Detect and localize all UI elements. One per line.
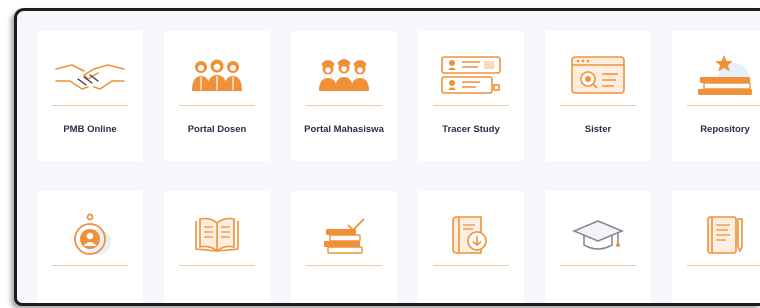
- card-row2-1[interactable]: [37, 191, 143, 303]
- card-divider: [52, 265, 128, 266]
- card-repository[interactable]: Repository: [672, 31, 760, 161]
- stacked-books-check-icon: [306, 211, 382, 259]
- students-icon: [306, 51, 382, 99]
- book-download-icon: [433, 211, 509, 259]
- card-pmb-online[interactable]: PMB Online: [37, 31, 143, 161]
- card-row2-5[interactable]: [545, 191, 651, 303]
- id-cards-icon: [433, 51, 509, 99]
- card-divider: [433, 105, 509, 106]
- card-label: PMB Online: [63, 124, 117, 135]
- browser-search-icon: [560, 51, 636, 99]
- card-divider: [433, 265, 509, 266]
- card-divider: [560, 265, 636, 266]
- card-tracer-study[interactable]: Tracer Study: [418, 31, 524, 161]
- graduation-cap-icon: [560, 211, 636, 259]
- card-sister[interactable]: Sister: [545, 31, 651, 161]
- book-stack-star-icon: [687, 51, 760, 99]
- app-frame: PMB Online Portal Dosen Portal Mahasiswa…: [14, 8, 760, 306]
- lecturers-icon: [179, 51, 255, 99]
- card-label: Tracer Study: [442, 124, 500, 135]
- card-label: Portal Dosen: [187, 124, 247, 135]
- open-book-icon: [179, 211, 255, 259]
- handshake-icon: [52, 51, 128, 99]
- card-divider: [179, 105, 255, 106]
- card-label: Sister: [584, 124, 612, 135]
- card-divider: [306, 105, 382, 106]
- journal-pen-icon: [687, 211, 760, 259]
- card-row2-6[interactable]: [672, 191, 760, 303]
- card-divider: [52, 105, 128, 106]
- card-label: Repository: [700, 124, 750, 135]
- card-divider: [687, 265, 760, 266]
- card-divider: [687, 105, 760, 106]
- card-divider: [306, 265, 382, 266]
- user-badge-icon: [52, 211, 128, 259]
- card-portal-mahasiswa[interactable]: Portal Mahasiswa: [291, 31, 397, 161]
- card-row2-2[interactable]: [164, 191, 270, 303]
- card-label: Portal Mahasiswa: [304, 124, 384, 135]
- card-divider: [179, 265, 255, 266]
- card-row2-4[interactable]: [418, 191, 524, 303]
- card-divider: [560, 105, 636, 106]
- card-portal-dosen[interactable]: Portal Dosen: [164, 31, 270, 161]
- card-row2-3[interactable]: [291, 191, 397, 303]
